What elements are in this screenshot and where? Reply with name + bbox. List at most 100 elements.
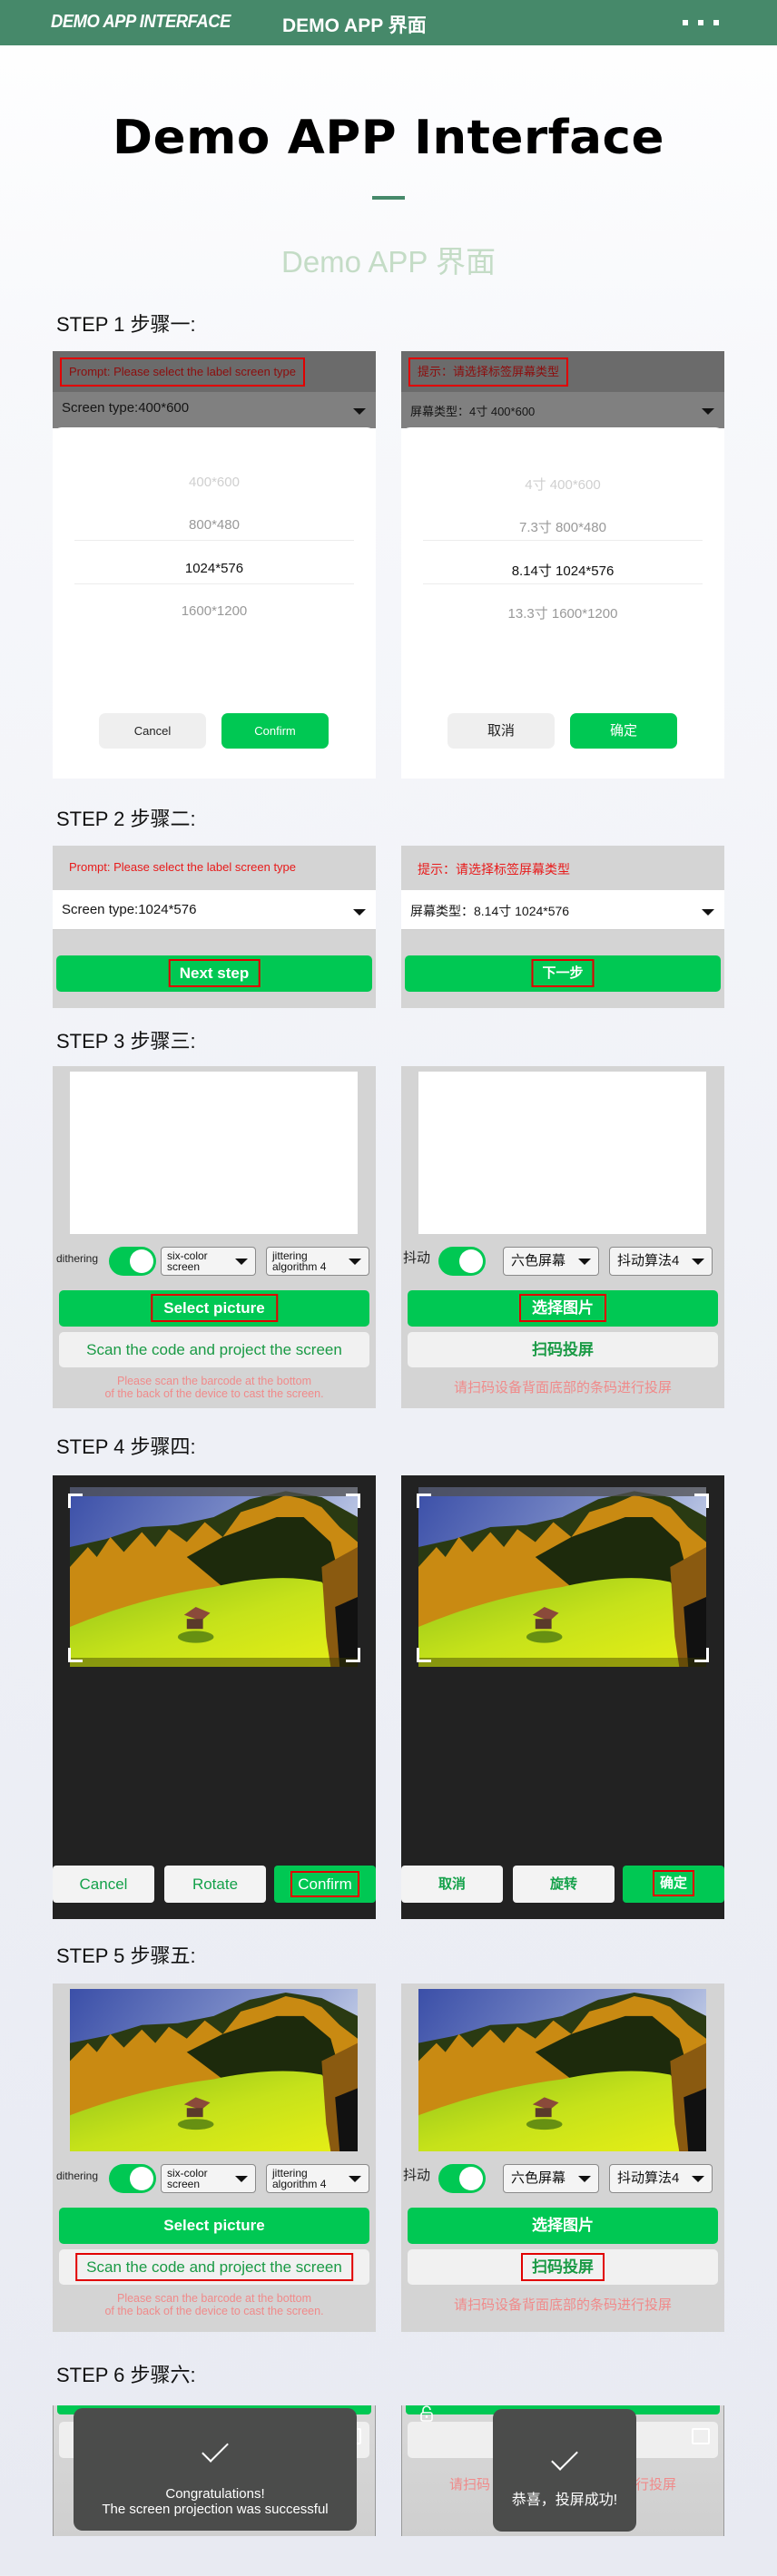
- screen-type-dropdown[interactable]: Screen type:400*600: [53, 392, 376, 428]
- crop-shade: [418, 1487, 706, 1496]
- color-mode-dropdown[interactable]: 六色屏幕: [503, 2164, 599, 2193]
- picker-option[interactable]: 13.3寸 1600*1200: [401, 603, 724, 622]
- step-5-label: STEP 5 步骤五:: [56, 1944, 196, 1967]
- header-title-cn: DEMO APP 界面: [282, 15, 427, 36]
- confirm-button[interactable]: Confirm: [274, 1866, 376, 1903]
- crop-handle-top-right[interactable]: [346, 1494, 360, 1508]
- algorithm-dropdown[interactable]: 抖动算法4: [609, 2164, 713, 2193]
- prompt-text: 提示：请选择标签屏幕类型: [418, 862, 570, 877]
- crop-handle-bottom-left[interactable]: [417, 1648, 431, 1662]
- dithering-toggle[interactable]: [109, 2164, 156, 2193]
- step2-screen-cn: 提示：请选择标签屏幕类型 屏幕类型：8.14寸 1024*576 下一步: [401, 846, 724, 1008]
- dithering-toggle[interactable]: [438, 2164, 486, 2193]
- cancel-button[interactable]: 取消: [401, 1866, 503, 1903]
- crop-image[interactable]: [418, 1487, 706, 1667]
- select-picture-button[interactable]: 选择图片: [408, 1290, 718, 1327]
- dithering-toggle[interactable]: [109, 1247, 156, 1276]
- more-dots-icon[interactable]: [683, 20, 719, 25]
- confirm-button[interactable]: Confirm: [221, 713, 329, 749]
- toast-message: 恭喜，投屏成功!: [511, 2493, 618, 2508]
- confirm-button[interactable]: 确定: [570, 713, 677, 749]
- dithering-label: 抖动: [403, 1250, 431, 1266]
- next-step-label: Next step: [168, 959, 261, 987]
- dithering-label: dithering: [56, 2170, 99, 2182]
- dithering-toggle[interactable]: [438, 1247, 486, 1276]
- cancel-button[interactable]: Cancel: [53, 1866, 154, 1903]
- dithering-label: 抖动: [403, 2168, 431, 2183]
- step5-screen-en: dithering six-color screen jittering alg…: [53, 1983, 376, 2332]
- algorithm-dropdown[interactable]: jittering algorithm 4: [266, 2164, 369, 2193]
- caret-down-icon: [578, 1259, 591, 1265]
- scan-project-button[interactable]: Scan the code and project the screen: [59, 2249, 369, 2285]
- scan-hint: 请扫码设备背面底部的条码进行投屏: [453, 1380, 672, 1396]
- confirm-button[interactable]: 确定: [623, 1866, 724, 1903]
- cancel-button[interactable]: Cancel: [99, 713, 206, 749]
- screen-type-dropdown[interactable]: Screen type:1024*576: [53, 890, 376, 930]
- picker-option[interactable]: 7.3寸 800*480: [401, 517, 724, 536]
- crop-image[interactable]: [70, 1487, 358, 1667]
- image-preview-dithered: [418, 1989, 706, 2151]
- caret-down-icon: [349, 1259, 361, 1265]
- algorithm-value: 抖动算法4: [617, 1253, 680, 1268]
- scan-project-button[interactable]: Scan the code and project the screen: [59, 1332, 369, 1367]
- algorithm-value: jittering algorithm 4: [272, 1249, 327, 1273]
- prompt-bar: Prompt: Please select the label screen t…: [53, 351, 376, 392]
- screen-type-dropdown[interactable]: 屏幕类型：8.14寸 1024*576: [401, 890, 724, 930]
- picker-option[interactable]: 1600*1200: [53, 603, 376, 619]
- select-picture-button[interactable]: Select picture: [59, 2208, 369, 2244]
- scan-project-button[interactable]: 扫码投屏: [408, 2249, 718, 2285]
- picker-divider: [74, 540, 354, 541]
- picker-option[interactable]: 800*480: [53, 517, 376, 533]
- step6-success-cn: 请扫码 行投屏 恭喜，投屏成功!: [401, 2405, 724, 2536]
- prompt-text: Prompt: Please select the label screen t…: [69, 860, 297, 874]
- step-4-label: STEP 4 步骤四:: [56, 1435, 196, 1458]
- select-picture-label: 选择图片: [519, 1294, 606, 1322]
- select-picture-button[interactable]: Select picture: [59, 1290, 369, 1327]
- caret-down-icon: [235, 2176, 248, 2182]
- scan-hint-line: Please scan the barcode at the bottom: [116, 2292, 312, 2305]
- select-picture-label: Select picture: [163, 2217, 265, 2234]
- algorithm-dropdown[interactable]: jittering algorithm 4: [266, 1247, 369, 1276]
- crop-handle-top-left[interactable]: [68, 1494, 83, 1508]
- color-mode-dropdown[interactable]: six-color screen: [161, 2164, 256, 2193]
- image-icon: [692, 2428, 710, 2444]
- step5-screen-cn: 抖动 六色屏幕 抖动算法4 选择图片 扫码投屏 请扫码设备背面底部的条码进行投屏: [401, 1983, 724, 2332]
- crop-handle-top-right[interactable]: [694, 1494, 709, 1508]
- next-step-button[interactable]: 下一步: [405, 955, 721, 992]
- screen-type-dropdown[interactable]: 屏幕类型：4寸 400*600: [401, 392, 724, 428]
- picker-option[interactable]: 4寸 400*600: [401, 475, 724, 494]
- header-title-en: DEMO APP INTERFACE: [51, 12, 231, 32]
- image-preview-empty: [70, 1072, 358, 1234]
- scan-project-label: 扫码投屏: [532, 1341, 594, 1358]
- crop-handle-bottom-left[interactable]: [68, 1648, 83, 1662]
- color-mode-dropdown[interactable]: six-color screen: [161, 1247, 256, 1276]
- caret-down-icon: [235, 1259, 248, 1265]
- caret-down-icon: [692, 2176, 704, 2182]
- algorithm-dropdown[interactable]: 抖动算法4: [609, 1247, 713, 1276]
- picker-option-selected[interactable]: 1024*576: [53, 561, 376, 576]
- crop-handle-bottom-right[interactable]: [694, 1648, 709, 1662]
- step3-screen-cn: 抖动 六色屏幕 抖动算法4 选择图片 扫码投屏 请扫码设备背面底部的条码进行投屏: [401, 1066, 724, 1408]
- scan-hint-line: of the back of the device to cast the sc…: [104, 1387, 324, 1400]
- color-mode-value: 六色屏幕: [511, 1253, 566, 1268]
- step4-crop-screen-cn: 取消 旋转 确定: [401, 1475, 724, 1919]
- scan-project-button[interactable]: 扫码投屏: [408, 1332, 718, 1367]
- picker-option-selected[interactable]: 8.14寸 1024*576: [401, 561, 724, 580]
- toast-line: The screen projection was successful: [102, 2502, 329, 2517]
- select-picture-button[interactable]: 选择图片: [408, 2208, 718, 2244]
- crop-handle-top-left[interactable]: [417, 1494, 431, 1508]
- rotate-button[interactable]: Rotate: [164, 1866, 266, 1903]
- prompt-text: Prompt: Please select the label screen t…: [60, 358, 306, 387]
- caret-down-icon: [692, 1259, 704, 1265]
- caret-down-icon: [702, 909, 714, 916]
- color-mode-dropdown[interactable]: 六色屏幕: [503, 1247, 599, 1276]
- step2-screen-en: Prompt: Please select the label screen t…: [53, 846, 376, 1008]
- caret-down-icon: [353, 408, 366, 415]
- cancel-button[interactable]: 取消: [448, 713, 555, 749]
- crop-handle-bottom-right[interactable]: [346, 1648, 360, 1662]
- picker-option[interactable]: 400*600: [53, 475, 376, 490]
- picker-divider: [74, 583, 354, 584]
- rotate-button[interactable]: 旋转: [513, 1866, 615, 1903]
- select-picture-label: 选择图片: [532, 2217, 594, 2234]
- next-step-button[interactable]: Next step: [56, 955, 372, 992]
